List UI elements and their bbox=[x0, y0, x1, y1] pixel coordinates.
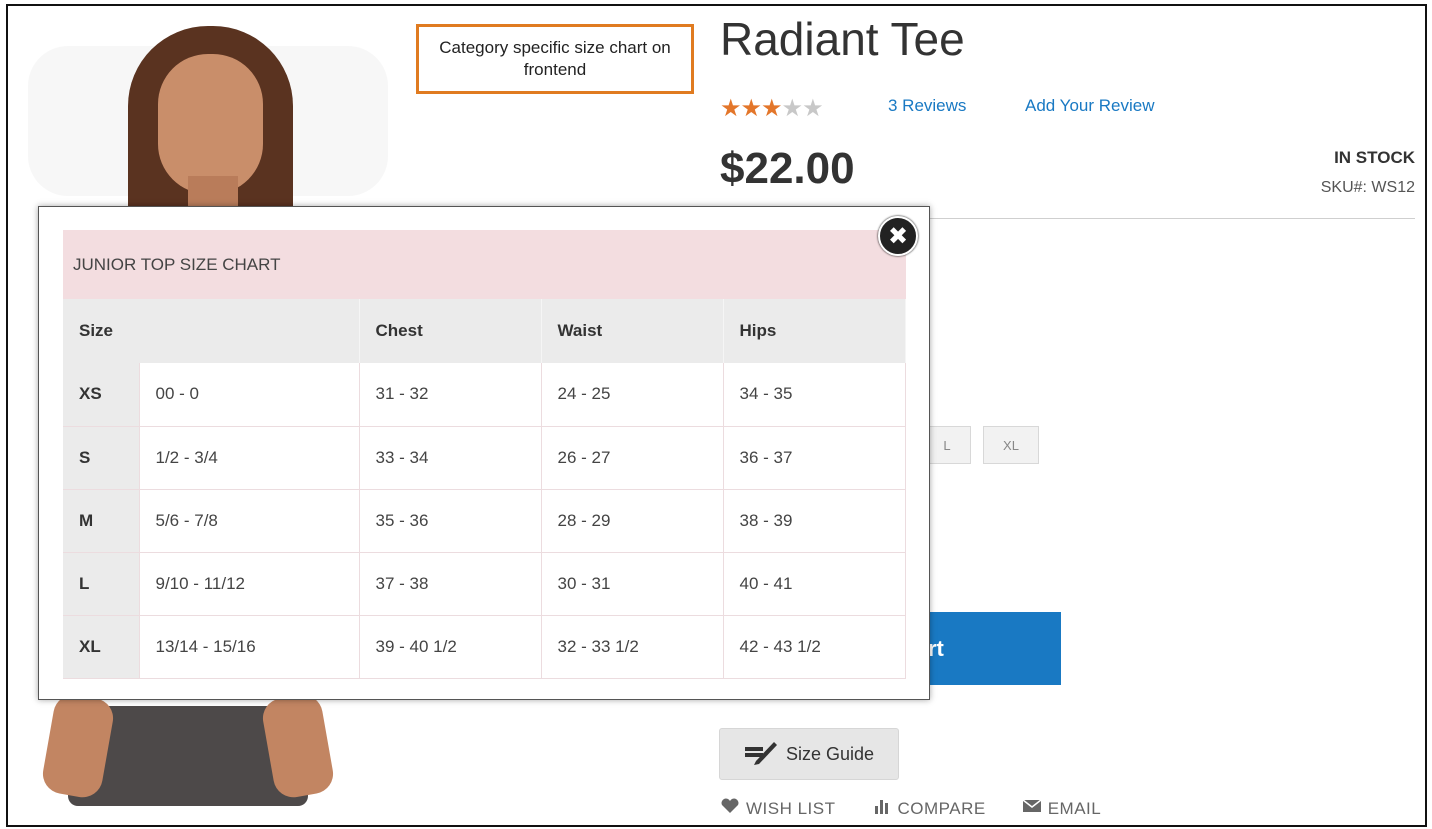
star-filled-icon: ★ bbox=[720, 94, 741, 122]
size-chart-header-row: Size Chest Waist Hips bbox=[63, 299, 906, 363]
table-row: XS 00 - 0 31 - 32 24 - 25 34 - 35 bbox=[63, 363, 906, 427]
size-swatch-l[interactable]: L bbox=[923, 426, 971, 464]
model-face bbox=[158, 54, 263, 194]
stock-status: IN STOCK bbox=[1334, 148, 1415, 167]
envelope-icon bbox=[1022, 798, 1042, 819]
product-title: Radiant Tee bbox=[720, 13, 965, 65]
size-cell: L bbox=[63, 552, 140, 616]
hips-cell: 40 - 41 bbox=[723, 552, 906, 616]
heart-icon bbox=[720, 798, 740, 819]
size-guide-button[interactable]: Size Guide bbox=[719, 728, 899, 780]
email-action[interactable]: EMAIL bbox=[1022, 798, 1102, 819]
page-frame: Category specific size chart on frontend… bbox=[6, 4, 1427, 827]
waist-cell: 24 - 25 bbox=[541, 363, 724, 427]
compare-action[interactable]: COMPARE bbox=[872, 798, 986, 819]
pencil-ruler-icon bbox=[744, 739, 778, 770]
hips-cell: 38 - 39 bbox=[723, 489, 906, 553]
hips-cell: 34 - 35 bbox=[723, 363, 906, 427]
annotation-callout: Category specific size chart on frontend bbox=[416, 24, 694, 94]
chest-cell: 33 - 34 bbox=[359, 426, 542, 490]
compare-label: COMPARE bbox=[897, 798, 986, 818]
sku-label: SKU#: WS12 bbox=[1320, 179, 1415, 196]
table-row: S 1/2 - 3/4 33 - 34 26 - 27 36 - 37 bbox=[63, 426, 906, 490]
star-filled-icon: ★ bbox=[740, 94, 762, 122]
table-row: M 5/6 - 7/8 35 - 36 28 - 29 38 - 39 bbox=[63, 489, 906, 553]
size-swatch-xl[interactable]: XL bbox=[983, 426, 1039, 464]
wishlist-label: WISH LIST bbox=[746, 798, 836, 818]
size-chart-table: JUNIOR TOP SIZE CHART Size Chest Waist H… bbox=[63, 230, 906, 679]
chest-cell: 31 - 32 bbox=[359, 363, 542, 427]
header-hips: Hips bbox=[723, 299, 906, 363]
size-guide-label: Size Guide bbox=[785, 743, 875, 764]
chest-cell: 37 - 38 bbox=[359, 552, 542, 616]
size-cell: M bbox=[63, 489, 140, 553]
wishlist-action[interactable]: WISH LIST bbox=[720, 798, 836, 819]
email-label: EMAIL bbox=[1047, 798, 1102, 818]
reviews-link[interactable]: 3 Reviews bbox=[888, 96, 966, 116]
size-chart-title-row: JUNIOR TOP SIZE CHART bbox=[63, 230, 906, 299]
size-cell: XS bbox=[63, 363, 140, 427]
waist-cell: 26 - 27 bbox=[541, 426, 724, 490]
chest-cell: 39 - 40 1/2 bbox=[359, 615, 542, 679]
range-cell: 13/14 - 15/16 bbox=[139, 615, 360, 679]
range-cell: 5/6 - 7/8 bbox=[139, 489, 360, 553]
size-cell: S bbox=[63, 426, 140, 490]
waist-cell: 30 - 31 bbox=[541, 552, 724, 616]
chest-cell: 35 - 36 bbox=[359, 489, 542, 553]
star-filled-icon: ★ bbox=[761, 94, 782, 122]
table-row: L 9/10 - 11/12 37 - 38 30 - 31 40 - 41 bbox=[63, 552, 906, 616]
waist-cell: 32 - 33 1/2 bbox=[541, 615, 724, 679]
close-icon[interactable]: ✖ bbox=[878, 216, 918, 256]
waist-cell: 28 - 29 bbox=[541, 489, 724, 553]
range-cell: 9/10 - 11/12 bbox=[139, 552, 360, 616]
range-cell: 00 - 0 bbox=[139, 363, 360, 427]
star-empty-icon: ★ bbox=[781, 94, 803, 122]
table-row: XL 13/14 - 15/16 39 - 40 1/2 32 - 33 1/2… bbox=[63, 615, 906, 679]
star-empty-icon: ★ bbox=[802, 94, 823, 122]
bar-chart-icon bbox=[872, 798, 892, 819]
product-price: $22.00 bbox=[720, 144, 855, 193]
range-cell: 1/2 - 3/4 bbox=[139, 426, 360, 490]
size-cell: XL bbox=[63, 615, 140, 679]
rating-stars: ★★★★★ bbox=[720, 94, 824, 122]
hips-cell: 36 - 37 bbox=[723, 426, 906, 490]
header-size: Size bbox=[63, 299, 360, 363]
header-chest: Chest bbox=[359, 299, 542, 363]
hips-cell: 42 - 43 1/2 bbox=[723, 615, 906, 679]
size-chart-title: JUNIOR TOP SIZE CHART bbox=[63, 230, 906, 299]
product-actions: WISH LIST COMPARE EMAIL bbox=[720, 798, 1101, 819]
add-review-link[interactable]: Add Your Review bbox=[1025, 96, 1154, 116]
header-waist: Waist bbox=[541, 299, 724, 363]
